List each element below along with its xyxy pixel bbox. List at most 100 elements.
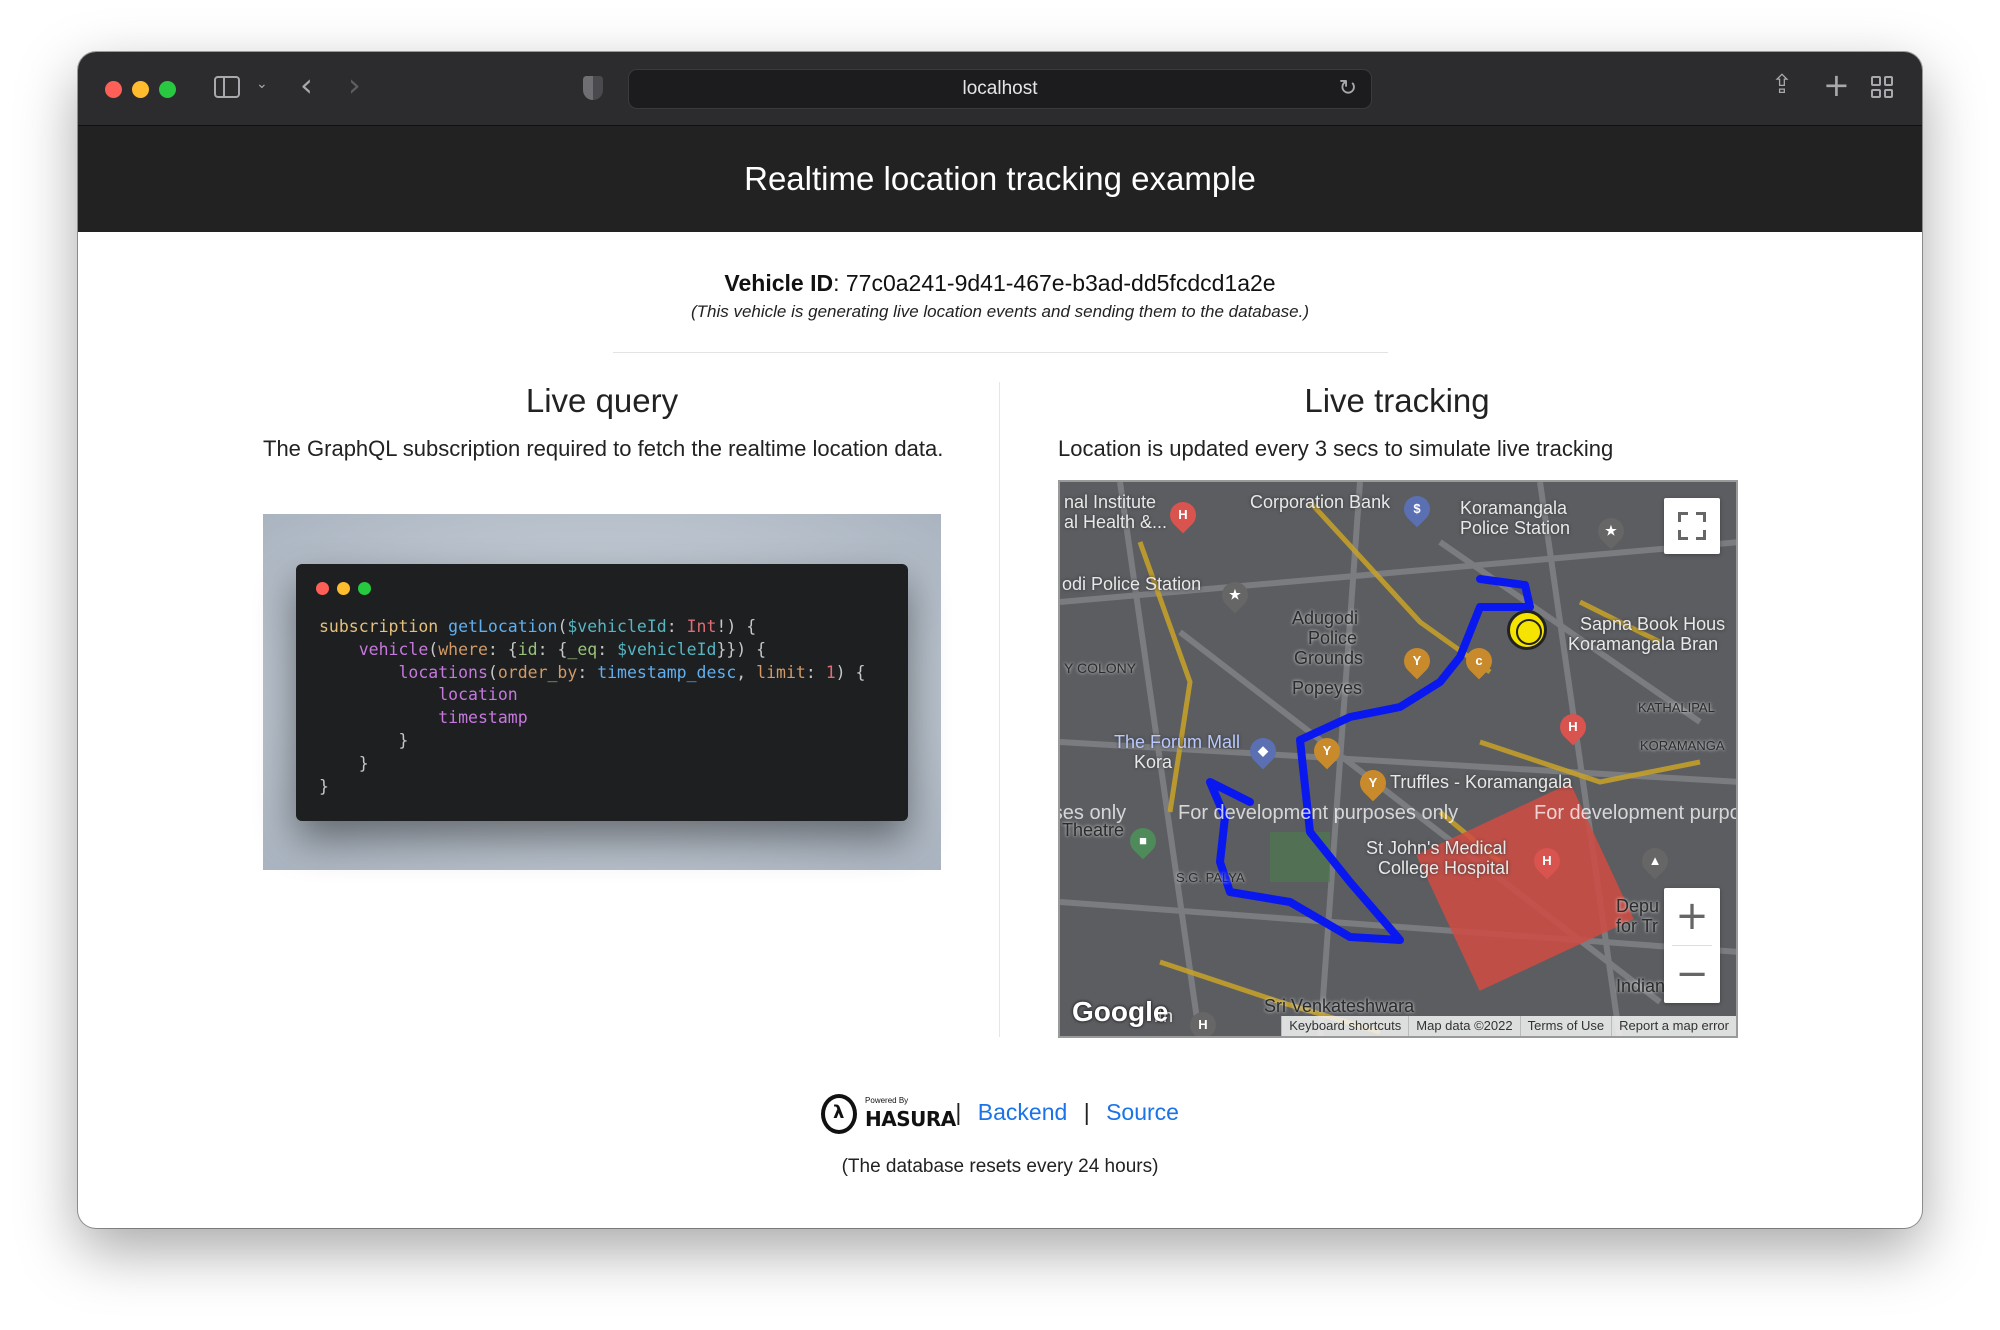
terms-link[interactable]: Terms of Use (1519, 1016, 1612, 1036)
minimize-window-button[interactable] (132, 81, 149, 98)
map-label: Koramangala (1460, 498, 1568, 518)
map-label: Y COLONY (1064, 660, 1137, 676)
zoom-out-button[interactable]: − (1664, 946, 1720, 1003)
vehicle-id-value: 77c0a241-9d41-467e-b3ad-dd5fcdcd1a2e (845, 270, 1276, 296)
zoom-control: + − (1664, 888, 1720, 1003)
backend-link[interactable]: Backend (978, 1099, 1068, 1125)
reload-icon[interactable]: ↻ (1339, 70, 1357, 108)
code-card: subscription getLocation($vehicleId: Int… (296, 564, 908, 821)
tabs-grid-icon[interactable] (1871, 76, 1893, 98)
zoom-window-button[interactable] (159, 81, 176, 98)
map-label: Kora (1134, 752, 1173, 772)
keyboard-shortcuts-link[interactable]: Keyboard shortcuts (1281, 1016, 1408, 1036)
dev-watermark: For development purposes only (1178, 802, 1459, 824)
code-yellow-dot (337, 582, 350, 595)
hospital-poi-icon[interactable]: H (1554, 708, 1592, 746)
map-label: Grounds (1294, 648, 1364, 668)
google-logo[interactable]: Google (1072, 996, 1168, 1028)
footer-separator: | (955, 1099, 962, 1126)
map-label: St John's Medical (1366, 838, 1507, 858)
source-link[interactable]: Source (1106, 1099, 1179, 1125)
map-label: College Hospital (1378, 858, 1510, 878)
map-label: Corporation Bank (1250, 492, 1391, 512)
map-label: Police Station (1460, 518, 1571, 538)
hospital-poi-icon[interactable]: H (1164, 496, 1202, 534)
dev-watermark: For development purposes only (1534, 802, 1736, 824)
address-text: localhost (962, 78, 1038, 99)
map-label: KORAMANGA (1640, 738, 1725, 753)
privacy-shield-icon[interactable] (583, 76, 603, 100)
footer: Powered By HASURA | Backend | Source (78, 1092, 1922, 1136)
map-label: Koramangala Bran (1568, 634, 1719, 654)
shopping-poi-icon[interactable]: ◆ (1244, 732, 1282, 770)
restaurant-poi-icon[interactable]: Y (1308, 732, 1346, 770)
chevron-left-icon[interactable]: ‹ (300, 66, 313, 104)
hospital-poi-icon[interactable]: H (1528, 842, 1566, 880)
fs-corner (1678, 530, 1688, 540)
hasura-logo[interactable]: Powered By HASURA (821, 1092, 956, 1136)
vehicle-id-line: Vehicle ID: 77c0a241-9d41-467e-b3ad-dd5f… (724, 270, 1276, 296)
close-window-button[interactable] (105, 81, 122, 98)
restaurant-poi-icon[interactable]: Y (1354, 764, 1392, 802)
building-poi-icon[interactable]: ▲ (1636, 842, 1674, 880)
live-query-description: The GraphQL subscription required to fet… (263, 436, 944, 461)
footer-note: (The database resets every 24 hours) (841, 1156, 1159, 1177)
fullscreen-icon[interactable] (1664, 498, 1720, 554)
fs-corner (1696, 530, 1706, 540)
map-data-text: Map data ©2022 (1408, 1016, 1519, 1036)
police-poi-icon[interactable]: ★ (1592, 512, 1630, 550)
map-label: Popeyes (1292, 678, 1363, 698)
police-poi-icon[interactable]: ★ (1216, 576, 1254, 614)
plus-icon[interactable]: + (1823, 66, 1850, 104)
code-red-dot (316, 582, 329, 595)
map-label: for Tr (1616, 916, 1659, 936)
code-snippet-image: subscription getLocation($vehicleId: Int… (263, 514, 941, 870)
cafe-poi-icon[interactable]: c (1460, 642, 1498, 680)
map-label: odi Police Station (1062, 574, 1202, 594)
vehicle-marker-icon[interactable] (1507, 610, 1547, 650)
map-label: Police (1308, 628, 1358, 648)
chevron-right-icon[interactable]: › (348, 66, 361, 104)
share-icon[interactable]: ⇪ (1771, 70, 1793, 100)
live-tracking-description: Location is updated every 3 secs to simu… (1058, 436, 1614, 461)
map-label: Sri Venkateshwara (1264, 996, 1415, 1016)
restaurant-poi-icon[interactable]: Y (1398, 642, 1436, 680)
map-label: nal Institute (1064, 492, 1157, 512)
address-bar[interactable]: localhost ↻ (628, 69, 1372, 109)
map-label: Depu (1616, 896, 1660, 916)
page-title: Realtime location tracking example (78, 126, 1922, 232)
tracking-map[interactable]: nal Institute al Health &... Corporation… (1058, 480, 1738, 1038)
map-label: S.G. PALYA (1176, 870, 1245, 885)
live-query-title: Live query (525, 382, 679, 419)
map-label: Sapna Book Hous (1580, 614, 1726, 634)
browser-toolbar: ⌄ ‹ › localhost ↻ ⇪ + (78, 52, 1922, 126)
hasura-head-icon (821, 1094, 858, 1134)
fs-corner (1678, 512, 1688, 522)
map-label: Truffles - Koramangala (1390, 772, 1573, 792)
map-label: KATHALIPAL (1638, 700, 1715, 715)
dev-watermark: For development purposes only (1060, 802, 1127, 824)
theatre-poi-icon[interactable]: ■ (1124, 822, 1162, 860)
graphql-subscription-code: subscription getLocation($vehicleId: Int… (319, 617, 866, 796)
hasura-brand-text: HASURA (865, 1107, 956, 1131)
chevron-down-icon[interactable]: ⌄ (256, 76, 268, 92)
zoom-in-button[interactable]: + (1664, 888, 1720, 945)
fs-corner (1696, 512, 1706, 522)
bank-poi-icon[interactable]: $ (1398, 490, 1436, 528)
map-label: Adugodi (1292, 608, 1359, 628)
browser-window: ⌄ ‹ › localhost ↻ ⇪ + Realtime location … (78, 52, 1922, 1228)
vehicle-id-label: Vehicle ID (724, 270, 834, 296)
sidebar-toggle-icon[interactable] (214, 76, 240, 98)
code-green-dot (358, 582, 371, 595)
footer-separator: | (1083, 1099, 1090, 1126)
hospital-poi-icon[interactable]: H (1184, 1006, 1222, 1036)
column-divider (999, 382, 1000, 1037)
map-label: al Health &... (1064, 512, 1168, 532)
report-error-link[interactable]: Report a map error (1611, 1016, 1736, 1036)
vehicle-note: (This vehicle is generating live locatio… (690, 302, 1310, 321)
map-label: The Forum Mall (1114, 732, 1241, 752)
powered-by-text: Powered By (865, 1096, 909, 1105)
divider (613, 352, 1388, 353)
live-tracking-title: Live tracking (1304, 382, 1490, 419)
map-attribution: Keyboard shortcuts Map data ©2022 Terms … (1281, 1016, 1736, 1036)
